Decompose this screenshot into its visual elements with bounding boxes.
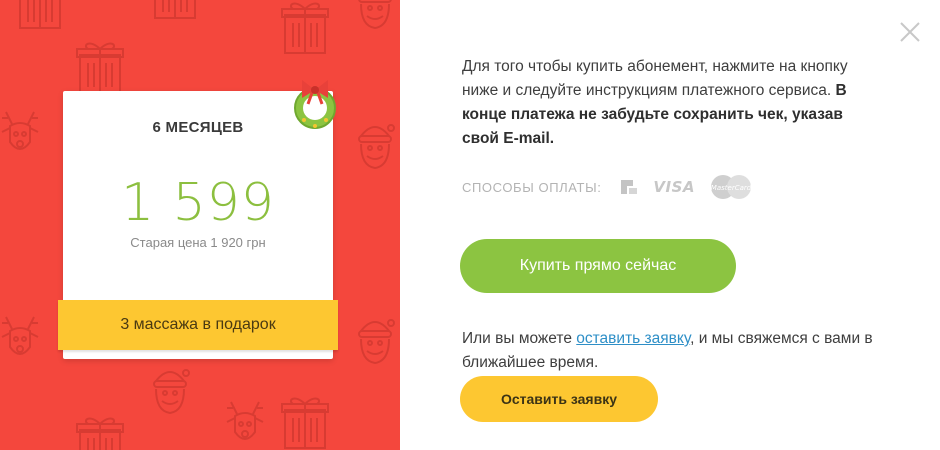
mastercard-icon: MasterCard [709,174,753,200]
close-icon[interactable] [898,20,922,44]
leave-request-button[interactable]: Оставить заявку [460,376,658,422]
visa-icon: VISA [653,178,696,196]
gift-banner: 3 массажа в подарок [58,300,338,350]
leave-request-link[interactable]: оставить заявку [576,330,690,347]
mastercard-text: MasterCard [711,184,752,192]
offer-panel: 6 МЕСЯЦЕВ 1 599 Старая цена 1 920 грн 3 … [0,0,400,450]
buy-now-button[interactable]: Купить прямо сейчас [460,239,736,293]
purchase-instructions: Для того чтобы купить абонемент, нажмите… [462,55,882,151]
request-text-before: Или вы можете [462,330,572,347]
request-info: Или вы можете оставить заявку, и мы свяж… [462,327,882,375]
subscription-price: 1 599 [121,173,275,233]
instructions-text: Для того чтобы купить абонемент, нажмите… [462,58,848,99]
old-price: Старая цена 1 920 грн [130,235,266,250]
payment-methods: СПОСОБЫ ОПЛАТЫ: VISA MasterCard [462,175,767,199]
payment-methods-label: СПОСОБЫ ОПЛАТЫ: [462,179,602,195]
privatbank-icon [619,178,639,196]
christmas-wreath-icon [294,80,336,129]
